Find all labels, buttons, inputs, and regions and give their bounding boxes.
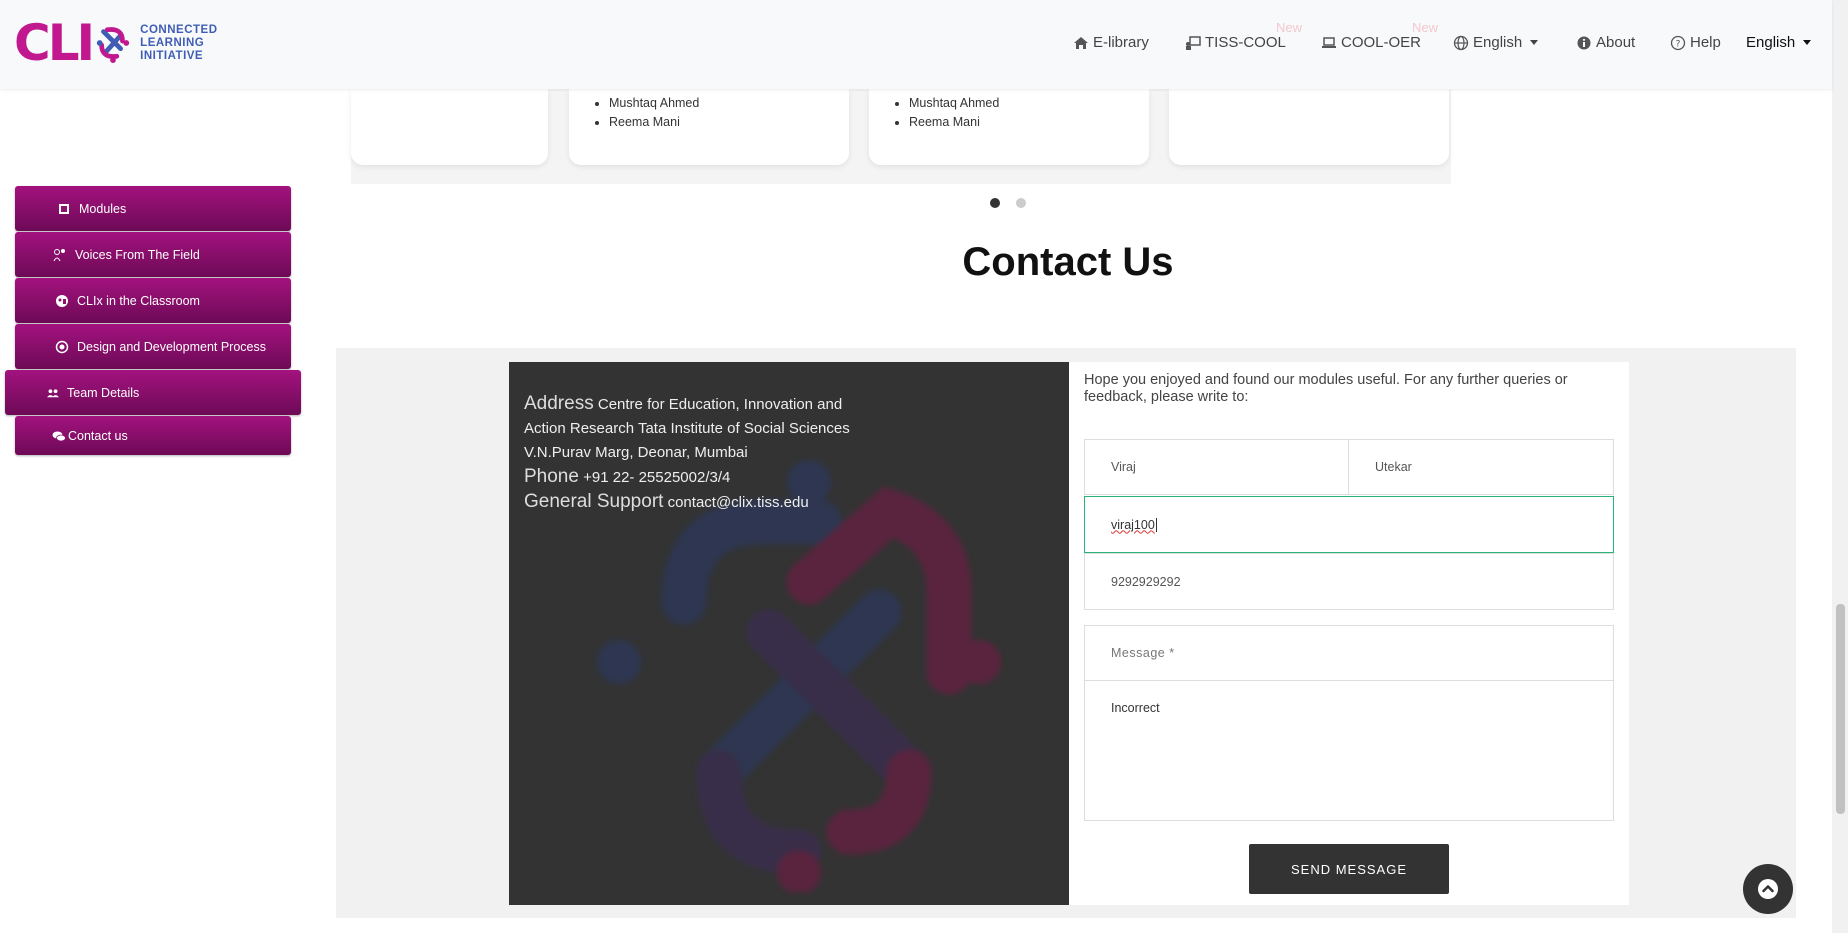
contact-info-panel: Address Centre for Education, Innovation… [509,362,1069,905]
nav-label: English [1473,34,1523,51]
sidebar-item-contact[interactable]: Contact us [15,416,291,455]
team-card [1169,89,1449,165]
language-label: English [1746,34,1796,51]
phone-field[interactable]: 9292929292 [1084,553,1614,610]
scroll-to-top-button[interactable] [1743,864,1793,914]
info-icon [1577,36,1591,49]
help-icon: ? [1670,35,1686,50]
nav-label: About [1596,34,1636,51]
new-badge: New [1412,20,1439,35]
nav-label: COOL-OER [1341,34,1422,51]
message-textarea[interactable]: Incorrect [1084,680,1614,821]
nav-tiss-cool[interactable]: TISS-COOL [1185,34,1286,51]
member-name: Mushtaq Ahmed [909,94,999,113]
last-name-value: Utekar [1375,460,1412,474]
gear-icon [55,340,69,353]
team-card: Mushtaq Ahmed Reema Mani [569,89,849,165]
nav-cool-oer[interactable]: COOL-OER [1321,34,1421,51]
message-value: Incorrect [1111,701,1160,715]
sidebar-item-design[interactable]: Design and Development Process [15,324,291,369]
last-name-field[interactable]: Utekar [1348,439,1614,495]
chat-icon [52,431,66,441]
sidebar-item-voices[interactable]: Voices From The Field [15,232,291,277]
member-name: Reema Mani [909,113,999,132]
top-navbar: CLI CONNECTED LEARNING INITIATIVE E-libr… [0,0,1832,89]
module-icon [59,203,69,214]
text-cursor [1155,517,1157,532]
people-icon [53,248,65,261]
chevron-down-icon [1530,40,1539,45]
message-label: Message * [1084,625,1614,681]
sidebar-item-team-details[interactable]: Team Details [5,370,301,415]
sidebar-item-label: Team Details [67,385,140,400]
email-field[interactable]: viraj100 [1084,496,1614,553]
nav-label: E-library [1093,34,1149,51]
logo-letters: CLI [14,14,95,72]
sidebar-item-label: Contact us [68,428,128,443]
nav-label: TISS-COOL [1205,34,1286,51]
clix-logo[interactable]: CLI CONNECTED LEARNING INITIATIVE [14,18,218,68]
send-label: SEND MESSAGE [1290,861,1408,877]
sidebar-item-label: Modules [79,201,127,216]
member-list: Mushtaq Ahmed Reema Mani [899,94,999,132]
laptop-icon [1322,36,1336,48]
support-label: General Support [524,491,664,512]
knot-watermark-icon [597,460,1001,892]
member-name: Reema Mani [609,113,699,132]
phone-value: +91 22- 25525002/3/4 [583,469,731,486]
carousel-dot[interactable] [1016,198,1026,208]
member-name: Mushtaq Ahmed [609,94,699,113]
team-icon [47,388,59,397]
language-selector[interactable]: English [1746,34,1812,51]
logo-line-3: INITIATIVE [140,49,204,62]
new-badge: New [1276,20,1303,35]
message-placeholder: Message * [1111,646,1175,660]
email-value: viraj100 [1111,517,1155,532]
sidebar-item-classroom[interactable]: CLIx in the Classroom [15,278,291,323]
phone-value: 9292929292 [1111,574,1181,589]
svg-text:?: ? [1676,39,1681,49]
globe-icon [1453,35,1469,50]
chevron-up-icon [1758,879,1778,899]
sidebar-item-label: CLIx in the Classroom [77,293,200,308]
form-intro: Hope you enjoyed and found our modules u… [1084,372,1568,405]
first-name-field[interactable]: Viraj [1084,439,1349,495]
phone-label: Phone [524,466,579,487]
logo-line-2: LEARNING [140,36,205,49]
nav-help[interactable]: ? Help [1670,34,1721,51]
team-card [351,89,548,165]
team-card: Mushtaq Ahmed Reema Mani [869,89,1149,165]
sidebar-item-label: Design and Development Process [77,339,266,354]
send-message-button[interactable]: SEND MESSAGE [1249,844,1449,894]
nav-language-dropdown[interactable]: English [1453,34,1539,51]
nav-e-library[interactable]: E-library [1073,34,1149,51]
member-list: Mushtaq Ahmed Reema Mani [599,94,699,132]
classroom-icon [56,294,68,307]
contact-address-block: Address Centre for Education, Innovation… [524,392,854,515]
carousel-dot-active[interactable] [990,198,1000,208]
nav-about[interactable]: About [1576,34,1635,51]
home-icon [1074,36,1088,49]
logo-knot-icon [97,27,130,63]
scrollbar-thumb[interactable] [1836,604,1845,814]
logo-line-1: CONNECTED [140,23,218,36]
address-label: Address [524,393,594,414]
sidebar-item-label: Voices From The Field [75,247,200,262]
presentation-icon [1186,35,1201,50]
first-name-value: Viraj [1111,460,1136,474]
sidebar-item-modules[interactable]: Modules [15,186,291,231]
support-email[interactable]: contact@clix.tiss.edu [668,494,809,511]
logo-text: CONNECTED LEARNING INITIATIVE [140,24,217,63]
nav-label: Help [1690,34,1721,51]
chevron-down-icon [1803,40,1812,45]
